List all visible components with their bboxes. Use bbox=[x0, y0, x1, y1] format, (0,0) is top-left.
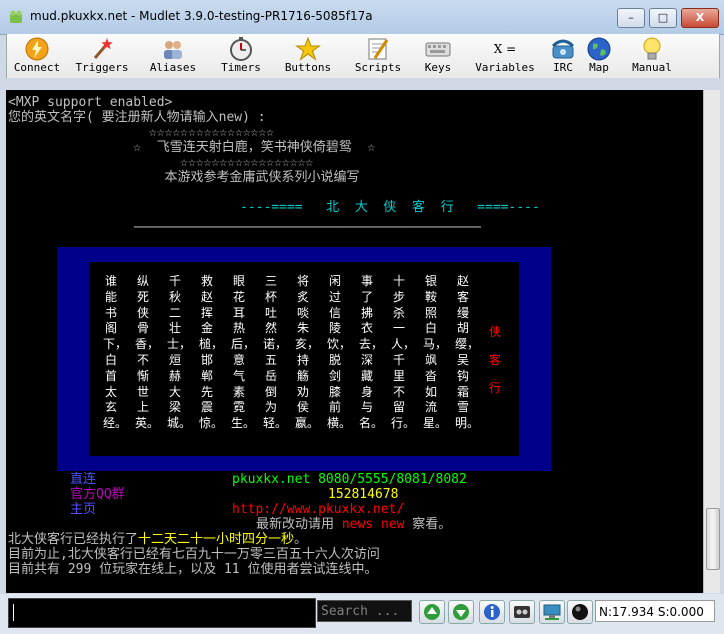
map-button[interactable]: Map bbox=[583, 34, 615, 78]
variables-button[interactable]: X = Variables bbox=[469, 34, 541, 78]
poem-column: 事了拂衣去，深藏身与名。 bbox=[359, 274, 384, 431]
console-line: <MXP support enabled> bbox=[8, 95, 173, 110]
tape-icon bbox=[514, 606, 530, 618]
stop-icon bbox=[572, 604, 588, 620]
aliases-label: Aliases bbox=[149, 61, 197, 74]
arrow-up-icon bbox=[424, 604, 440, 620]
poem-column: 救赵挥金槌，邯郸先震惊。 bbox=[199, 274, 224, 431]
poem-column: 谁能书阁下，白首太玄经。 bbox=[103, 274, 128, 431]
bulb-icon bbox=[643, 37, 661, 60]
scroll-up-button[interactable] bbox=[419, 600, 445, 624]
globe-icon bbox=[587, 37, 611, 61]
buttons-label: Buttons bbox=[284, 61, 332, 74]
uptime-value: 十二天二十一小时四分一秒 bbox=[138, 532, 295, 547]
people-icon bbox=[164, 41, 182, 59]
window-titlebar: mud.pkuxkx.net - Mudlet 3.9.0-testing-PR… bbox=[0, 0, 724, 35]
close-button[interactable]: X bbox=[681, 8, 719, 28]
connect-label: Connect bbox=[13, 61, 61, 74]
main-toolbar: Connect Triggers Aliases Timers Buttons … bbox=[6, 34, 720, 78]
map-label: Map bbox=[589, 61, 609, 74]
buttons-button[interactable]: Buttons bbox=[279, 34, 337, 78]
poem-column: 眼花耳热后，意气素霓生。 bbox=[231, 274, 256, 431]
poem-column: 三杯吐然诺，五岳倒为轻。 bbox=[263, 274, 288, 431]
console-line: ☆☆☆☆☆☆☆☆☆☆☆☆☆☆☆☆☆ bbox=[8, 155, 314, 170]
aliases-button[interactable]: Aliases bbox=[145, 34, 201, 78]
phone-icon bbox=[551, 39, 575, 59]
emergency-stop-button[interactable] bbox=[567, 600, 593, 624]
console-line: ☆☆☆☆☆☆☆☆☆☆☆☆☆☆☆☆ bbox=[8, 125, 275, 140]
scrollbar-thumb[interactable] bbox=[706, 508, 720, 570]
variables-icon: X = bbox=[493, 42, 517, 56]
arrow-down-icon bbox=[453, 604, 469, 620]
command-input[interactable] bbox=[8, 598, 316, 628]
poem-column: 千秋二壮士，烜赫大梁城。 bbox=[167, 274, 192, 431]
mudlet-logo-icon bbox=[10, 10, 22, 23]
network-button[interactable] bbox=[539, 600, 565, 624]
qq-number: 152814678 bbox=[328, 487, 399, 502]
keys-label: Keys bbox=[424, 61, 452, 74]
window-title: mud.pkuxkx.net - Mudlet 3.9.0-testing-PR… bbox=[30, 9, 373, 23]
poem-column: 闲过信陵饮，脱剑膝前横。 bbox=[327, 274, 352, 431]
network-status: N:17.934 S:0.000 bbox=[595, 600, 715, 622]
scripts-label: Scripts bbox=[354, 61, 402, 74]
console-line: 您的英文名字( 要注册新人物请输入new) : bbox=[8, 110, 266, 125]
console-divider: ────────────────────────────────────────… bbox=[134, 220, 481, 234]
stopwatch-icon bbox=[230, 37, 252, 61]
minimize-button[interactable]: – bbox=[617, 8, 645, 28]
qq-label: 官方QQ群 bbox=[70, 487, 125, 502]
irc-label: IRC bbox=[553, 61, 573, 74]
game-banner: ----==== 北 大 侠 客 行 ====---- bbox=[240, 200, 540, 215]
manual-button[interactable]: Manual bbox=[625, 34, 679, 78]
script-icon bbox=[368, 38, 389, 60]
poem-column: 银鞍照白马，飒沓如流星。 bbox=[423, 274, 448, 431]
connect-button[interactable]: Connect bbox=[9, 34, 65, 78]
replay-button[interactable] bbox=[509, 600, 535, 624]
lightning-icon bbox=[25, 37, 49, 61]
homepage-url[interactable]: http://www.pkuxkx.net/ bbox=[232, 502, 404, 517]
visits-line: 目前为止,北大侠客行已经有七百九十一万零三百五十六人次访问 bbox=[8, 547, 380, 562]
poem-column: 赵客缦胡缨，吴钩霜雪明。 bbox=[455, 274, 480, 431]
uptime-line: 北大侠客行已经执行了十二天二十一小时四分一秒。 bbox=[8, 532, 308, 547]
poem-title: 侠客行 bbox=[488, 325, 501, 395]
keyboard-icon bbox=[425, 42, 451, 57]
maximize-button[interactable]: □ bbox=[649, 8, 677, 28]
poem-column: 将炙啖朱亥，持觞劝侯嬴。 bbox=[295, 274, 320, 431]
news-line: 最新改动请用 news new 察看。 bbox=[256, 517, 452, 532]
news-command: news new bbox=[341, 517, 405, 532]
direct-label: 直连 bbox=[70, 472, 97, 487]
triggers-label: Triggers bbox=[75, 61, 129, 74]
triggers-button[interactable]: Triggers bbox=[71, 34, 133, 78]
timers-label: Timers bbox=[221, 61, 261, 74]
console-line: 本游戏参考金庸武侠系列小说编写 bbox=[8, 170, 360, 185]
variables-label: Variables bbox=[475, 61, 535, 74]
info-button[interactable] bbox=[479, 600, 505, 624]
scroll-down-button[interactable] bbox=[448, 600, 474, 624]
star-icon bbox=[295, 36, 321, 61]
irc-button[interactable]: IRC bbox=[547, 34, 579, 78]
network-icon bbox=[543, 604, 561, 620]
wand-icon bbox=[93, 38, 113, 59]
home-label: 主页 bbox=[70, 502, 97, 517]
poem-column: 纵死侠骨香，不惭世上英。 bbox=[135, 274, 160, 431]
timers-button[interactable]: Timers bbox=[213, 34, 269, 78]
manual-label: Manual bbox=[632, 61, 672, 74]
console-scrollbar[interactable] bbox=[703, 90, 720, 593]
console-line: ☆ 飞雪连天射白鹿，笑书神侠倚碧鸳 ☆ bbox=[8, 140, 376, 155]
scripts-button[interactable]: Scripts bbox=[349, 34, 407, 78]
online-line: 目前共有 299 位玩家在线上，以及 11 位使用者尝试连线中。 bbox=[8, 562, 378, 577]
keys-button[interactable]: Keys bbox=[417, 34, 459, 78]
poem-column: 十步杀一人，千里不留行。 bbox=[391, 274, 416, 431]
text-caret bbox=[13, 604, 14, 621]
host-text: pkuxkx.net 8080/5555/8081/8082 bbox=[232, 472, 467, 487]
info-icon bbox=[484, 604, 500, 620]
search-input[interactable]: Search ... bbox=[317, 600, 412, 622]
